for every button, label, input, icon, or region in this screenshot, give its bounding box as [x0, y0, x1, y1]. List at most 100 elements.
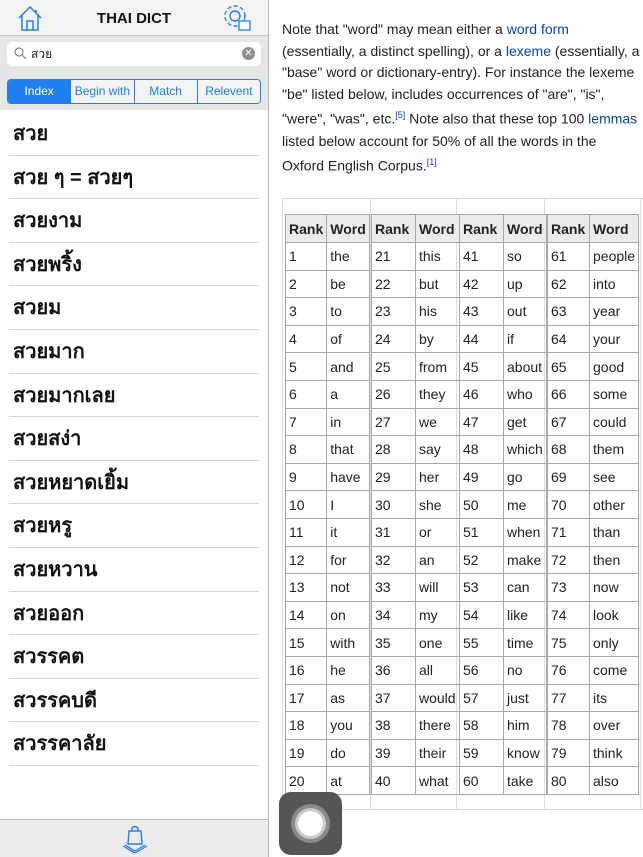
rank-cell: 6	[284, 379, 328, 409]
table-row: 11 it	[284, 517, 370, 547]
rank-cell: 73	[547, 573, 590, 602]
table-row: 14 on	[284, 600, 370, 630]
rank-cell: 44	[459, 324, 504, 354]
segment-begin-with[interactable]: Begin with	[70, 80, 134, 103]
rank-cell: 32	[371, 545, 416, 575]
table-row: 2 be	[284, 269, 370, 299]
segment-match[interactable]: Match	[133, 80, 197, 103]
link-lemmas[interactable]: lemmas	[588, 111, 637, 127]
word-list-item[interactable]: สวยหวาน	[9, 548, 259, 592]
gear-icon[interactable]	[222, 3, 252, 33]
word-cell: as	[326, 683, 370, 713]
segment-index[interactable]: Index	[8, 80, 71, 103]
table-row: 50 me	[459, 490, 547, 519]
word-cell: or	[415, 517, 460, 547]
word-list-item[interactable]: สวยมาก	[9, 330, 259, 374]
search-mode-control: Index Begin with Match Relevent	[0, 74, 268, 110]
assistive-touch-button[interactable]	[279, 792, 342, 855]
rank-cell: 64	[547, 324, 590, 354]
word-list-item[interactable]: สวรรคบดี	[9, 679, 259, 723]
rank-cell: 36	[371, 655, 416, 685]
search-input[interactable]: สวย ✕	[7, 42, 261, 66]
table-row: 74 look	[547, 600, 640, 630]
table-row: 45 about	[459, 352, 547, 381]
rank-cell: 63	[547, 297, 590, 326]
word-list-item[interactable]: สวยงาม	[9, 199, 259, 243]
word-list-item[interactable]: สวยพริ้ง	[9, 243, 259, 287]
word-cell: over	[588, 711, 640, 740]
table-row: 76 come	[547, 655, 640, 685]
word-list-item[interactable]: สวย ๆ = สวยๆ	[9, 156, 259, 200]
word-list-item[interactable]: สวยหรู	[9, 504, 259, 548]
rank-cell: 34	[371, 600, 416, 630]
table-row: 80 also	[547, 766, 640, 795]
table-row: 28 say	[371, 435, 460, 464]
word-list-item[interactable]: สวย	[9, 112, 259, 156]
word-cell: have	[326, 462, 370, 492]
column-header: Word	[326, 214, 370, 243]
word-cell: his	[415, 297, 460, 326]
word-cell: see	[588, 462, 640, 492]
rank-cell: 53	[459, 573, 504, 602]
word-cell: not	[326, 573, 370, 602]
rank-cell: 41	[459, 242, 504, 271]
rank-cell: 57	[459, 683, 504, 713]
word-rank-table: Rank Word 1 the 2 be 3 to 4 of 5 and 6 a 7 in 8 that 9 have…	[284, 214, 370, 795]
column-header: Rank	[284, 214, 328, 243]
table-row: 36 all	[371, 655, 460, 685]
word-list-item[interactable]: สวยมากเลย	[9, 374, 259, 418]
rank-cell: 47	[459, 407, 504, 437]
rank-cell: 66	[547, 379, 590, 409]
word-cell: its	[588, 683, 640, 713]
link-lexeme[interactable]: lexeme	[506, 43, 551, 59]
rank-cell: 31	[371, 517, 416, 547]
word-cell: what	[415, 766, 460, 795]
link-word-form[interactable]: word form	[507, 21, 569, 37]
rank-cell: 30	[371, 490, 416, 519]
table-row: 48 which	[459, 435, 547, 464]
word-list-item[interactable]: สวยออก	[9, 592, 259, 636]
rank-cell: 42	[459, 269, 504, 299]
word-list-item[interactable]: สวยหยาดเยิ้ม	[9, 461, 259, 505]
rank-cell: 39	[371, 738, 416, 768]
store-bag-icon[interactable]	[120, 825, 150, 853]
word-cell: about	[503, 352, 547, 381]
table-row: 56 no	[459, 655, 547, 685]
clear-icon[interactable]: ✕	[242, 47, 255, 60]
citation-5[interactable]: [5]	[395, 110, 405, 120]
rank-cell: 52	[459, 545, 504, 575]
table-row: 65 good	[547, 352, 640, 381]
citation-1[interactable]: [1]	[427, 157, 437, 167]
table-row: 47 get	[459, 407, 547, 437]
table-row: 32 an	[371, 545, 460, 575]
rank-cell: 14	[284, 600, 328, 630]
word-cell: do	[326, 738, 370, 768]
rank-cell: 79	[547, 738, 590, 768]
table-row: 46 who	[459, 379, 547, 409]
word-list-item[interactable]: สวยสง่า	[9, 417, 259, 461]
word-cell: good	[588, 352, 640, 381]
rank-cell: 46	[459, 379, 504, 409]
table-row: 64 your	[547, 324, 640, 354]
rank-cell: 33	[371, 573, 416, 602]
rank-cell: 27	[371, 407, 416, 437]
table-row: 37 would	[371, 683, 460, 713]
word-cell: only	[588, 628, 640, 657]
word-list-item[interactable]: สวรรคต	[9, 635, 259, 679]
table-row: 30 she	[371, 490, 460, 519]
rank-cell: 71	[547, 517, 590, 547]
rank-cell: 5	[284, 352, 328, 381]
table-row: 15 with	[284, 628, 370, 657]
segment-relevent[interactable]: Relevent	[196, 80, 260, 103]
word-cell: at	[326, 766, 370, 795]
word-list-item[interactable]: สวยม	[9, 286, 259, 330]
rank-cell: 40	[371, 766, 416, 795]
word-list-item[interactable]: สวรรคาลัย	[9, 722, 259, 766]
rank-cell: 48	[459, 435, 504, 464]
word-cell: when	[503, 517, 547, 547]
table-row: 19 do	[284, 738, 370, 768]
word-cell: all	[415, 655, 460, 685]
word-cell: would	[415, 683, 460, 713]
word-cell: year	[588, 297, 640, 326]
rank-cell: 76	[547, 655, 590, 685]
